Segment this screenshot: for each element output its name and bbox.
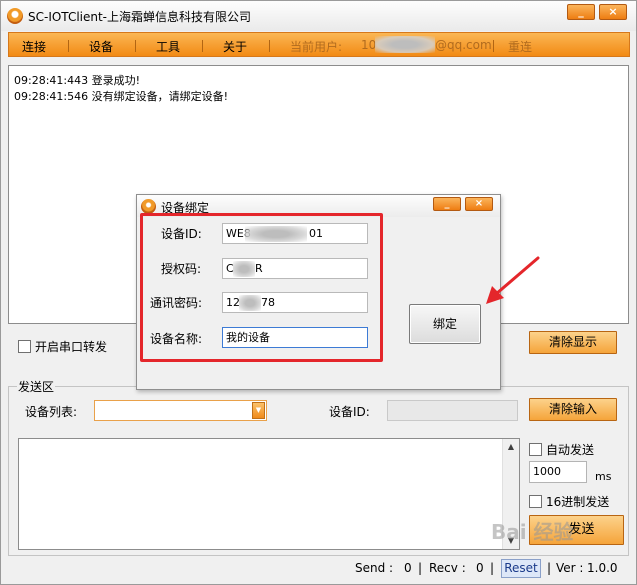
serial-forward-checkbox[interactable]: 开启串口转发: [18, 338, 107, 355]
menu-connect[interactable]: 连接: [22, 38, 46, 55]
redacted-blur: [375, 36, 435, 53]
serial-forward-label: 开启串口转发: [35, 340, 108, 354]
bind-button[interactable]: 绑定: [409, 304, 481, 344]
redacted-blur: [239, 295, 261, 311]
current-user-label: 当前用户:: [290, 40, 343, 54]
interval-unit: ms: [595, 470, 612, 483]
device-list-dropdown[interactable]: ▼: [94, 400, 267, 421]
device-id-field-label: 设备ID:: [161, 227, 202, 241]
checkbox-box[interactable]: [529, 495, 542, 508]
auth-code-field-label: 授权码:: [161, 262, 202, 276]
current-user-suffix: @qq.com: [435, 38, 492, 52]
menu-separator: [68, 40, 69, 52]
menu-bar: 连接 设备 工具 关于 当前用户: 10 @qq.com 重连: [8, 32, 630, 57]
device-id-label: 设备ID:: [329, 405, 370, 419]
comm-password-input[interactable]: 12 78: [222, 292, 368, 313]
device-name-input-value: 我的设备: [226, 331, 270, 344]
comm-password-input-suffix: 78: [261, 296, 275, 309]
clear-display-button[interactable]: 清除显示: [529, 331, 617, 354]
redacted-blur: [233, 261, 255, 277]
menu-separator: [269, 40, 270, 52]
menu-about[interactable]: 关于: [223, 38, 247, 55]
auto-send-label: 自动发送: [546, 443, 595, 457]
device-name-input[interactable]: 我的设备: [222, 327, 368, 348]
device-list-label: 设备列表:: [25, 405, 78, 419]
dialog-close-button[interactable]: ×: [465, 197, 493, 211]
window-title: SC-IOTClient-上海霜蝉信息科技有限公司: [28, 10, 252, 24]
send-input[interactable]: ▲ ▼: [18, 438, 520, 550]
minimize-button[interactable]: _: [567, 4, 595, 20]
clear-input-button[interactable]: 清除输入: [529, 398, 617, 421]
reconnect-link[interactable]: 重连: [508, 38, 532, 55]
comm-password-input-prefix: 12: [226, 296, 240, 309]
title-bar: SC-IOTClient-上海霜蝉信息科技有限公司 _ ×: [1, 1, 636, 31]
device-id-field: [387, 400, 518, 421]
hex-send-label: 16进制发送: [546, 495, 610, 509]
device-name-field-label: 设备名称:: [150, 332, 203, 346]
hex-send-checkbox[interactable]: 16进制发送: [529, 493, 609, 510]
close-button[interactable]: ×: [599, 4, 627, 20]
checkbox-box[interactable]: [18, 340, 31, 353]
app-logo-icon: [141, 199, 156, 214]
auto-send-checkbox[interactable]: 自动发送: [529, 441, 594, 458]
chevron-down-icon[interactable]: ▼: [252, 402, 265, 419]
dialog-title: 设备绑定: [161, 201, 210, 215]
status-separator: |: [547, 561, 552, 575]
send-count-label: Send :: [355, 561, 394, 575]
log-line: 09:28:41:546 没有绑定设备，请绑定设备!: [14, 90, 229, 103]
app-logo-icon: [7, 8, 23, 24]
redacted-blur: [245, 226, 307, 242]
version-label: Ver :: [556, 561, 584, 575]
recv-count-value: 0: [476, 561, 484, 575]
comm-password-field-label: 通讯密码:: [150, 296, 203, 310]
checkbox-box[interactable]: [529, 443, 542, 456]
scroll-up-icon[interactable]: ▲: [503, 439, 519, 455]
send-count-value: 0: [404, 561, 412, 575]
auth-code-input-suffix: R: [255, 262, 263, 275]
send-section-title: 发送区: [17, 378, 56, 395]
menu-separator: [493, 40, 494, 52]
menu-device[interactable]: 设备: [89, 38, 113, 55]
menu-tools[interactable]: 工具: [156, 38, 180, 55]
watermark: Bai 经验: [491, 520, 574, 544]
current-user-prefix: 10: [361, 38, 377, 52]
device-id-input[interactable]: WE8 01: [222, 223, 368, 244]
device-id-input-suffix: 01: [309, 227, 323, 240]
menu-separator: [202, 40, 203, 52]
auth-code-input[interactable]: C R: [222, 258, 368, 279]
dialog-minimize-button[interactable]: _: [433, 197, 461, 211]
menu-separator: [135, 40, 136, 52]
reset-button[interactable]: Reset: [501, 559, 541, 578]
dialog-title-bar: 设备绑定 _ ×: [137, 195, 500, 217]
interval-input[interactable]: 1000: [529, 461, 587, 483]
status-separator: |: [418, 561, 423, 575]
recv-count-label: Recv :: [429, 561, 466, 575]
log-line: 09:28:41:443 登录成功!: [14, 74, 141, 87]
red-arrow-icon: [486, 256, 540, 304]
version-value: 1.0.0: [587, 561, 618, 575]
status-separator: |: [490, 561, 495, 575]
